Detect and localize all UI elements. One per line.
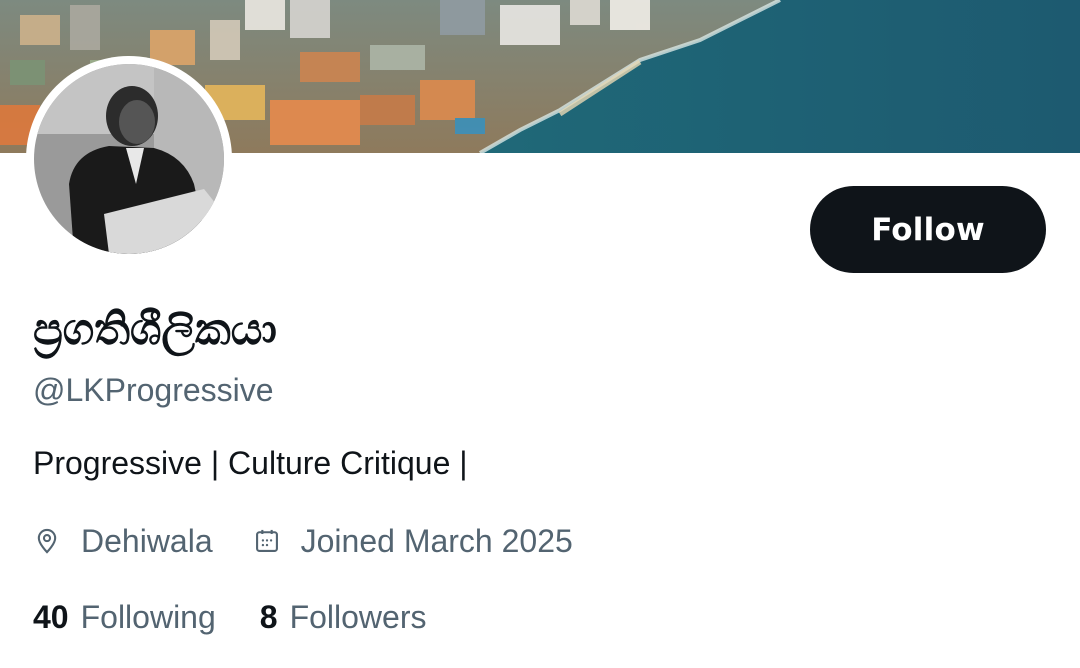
profile-joined-date: Joined March 2025 xyxy=(253,523,573,560)
profile-location-text: Dehiwala xyxy=(81,522,213,559)
following-label: Following xyxy=(80,598,216,635)
profile-meta-row: Dehiwala Joined March 2025 xyxy=(33,520,573,562)
followers-link[interactable]: 8 Followers xyxy=(260,599,427,636)
followers-label: Followers xyxy=(289,598,427,635)
profile-display-name: ප්‍රගතිශීලිකයා xyxy=(33,304,277,355)
profile-stats: 40 Following 8 Followers xyxy=(33,596,426,638)
followers-count: 8 xyxy=(259,598,278,635)
location-pin-icon xyxy=(37,528,57,554)
profile-avatar[interactable] xyxy=(26,56,232,262)
following-count: 40 xyxy=(33,598,69,635)
follow-button-label: Follow xyxy=(871,211,985,248)
follow-button[interactable]: Follow xyxy=(810,186,1046,273)
profile-bio: Progressive | Culture Critique | xyxy=(33,445,468,481)
calendar-icon xyxy=(255,529,278,552)
following-link[interactable]: 40 Following xyxy=(33,599,216,636)
profile-location: Dehiwala xyxy=(33,523,213,560)
profile-handle: @LKProgressive xyxy=(33,372,274,408)
profile-joined-text: Joined March 2025 xyxy=(300,522,573,559)
